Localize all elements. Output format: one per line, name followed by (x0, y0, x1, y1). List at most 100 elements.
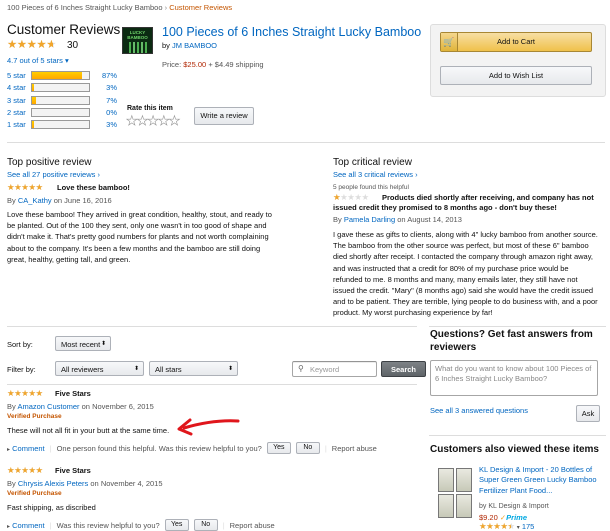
review-byline: By Amazon Customer on November 6, 2015 (7, 402, 154, 411)
top-critical-title[interactable]: Products died shortly after receiving, a… (333, 193, 595, 213)
histogram-bar[interactable] (31, 95, 90, 105)
by-label: By (7, 479, 16, 488)
also-viewed-rating: ★★★★★★★★★★ ▾ 175 (479, 522, 534, 531)
star-rating-icon: ★★★★★★★★★★ (479, 521, 515, 531)
histogram-percent[interactable]: 7% (92, 96, 117, 105)
top-positive-body: Love these bamboo! They arrived in great… (7, 210, 272, 264)
see-all-critical-label: See all 3 critical reviews (333, 170, 414, 179)
cart-icon: 🛒 (441, 33, 458, 51)
add-to-cart-label: Add to Cart (497, 37, 535, 46)
qa-heading: Questions? Get fast answers from reviewe… (430, 329, 593, 353)
star-rating-icon: ★★★★★★★★★★ (7, 465, 43, 475)
comment-link[interactable]: ▸ Comment (7, 521, 45, 530)
see-all-positive-link[interactable]: See all 27 positive reviews › (7, 170, 100, 179)
empty-star-icon[interactable]: ★★★★★ (126, 114, 181, 128)
star-rating-icon: ★★★★★★★★★★ (7, 182, 43, 192)
bamboo-stalks-icon (123, 42, 152, 53)
dropdown-caret-icon: ⬍ (133, 366, 139, 372)
filter-by-label: Filter by: (7, 365, 36, 374)
rating-text-dropdown[interactable]: 4.7 out of 5 stars ▾ (7, 56, 69, 65)
author-link[interactable]: Amazon Customer (17, 402, 79, 411)
author-link[interactable]: Pamela Darling (344, 215, 395, 224)
ask-button[interactable]: Ask (576, 405, 600, 422)
review-rating: ★★★★★ ★★★★★ (7, 466, 43, 475)
brand-link[interactable]: JM BAMBOO (172, 41, 217, 50)
price-value: $25.00 (183, 60, 207, 69)
critical-helpful-count: 5 people found this helpful (333, 184, 409, 191)
report-abuse-link[interactable]: Report abuse (230, 521, 275, 530)
sort-by-dropdown[interactable]: Most recent ⬍ (55, 336, 111, 351)
review-date: on June 16, 2016 (53, 196, 112, 205)
histogram-bar[interactable] (31, 83, 90, 93)
keyword-search-input[interactable]: ⚲ Keyword (292, 361, 377, 377)
histogram-bar[interactable] (31, 120, 90, 130)
also-viewed-title-link[interactable]: KL Design & Import - 20 Bottles of Super… (479, 465, 603, 496)
see-all-questions-link[interactable]: See all 3 answered questions (430, 406, 528, 415)
comment-label: Comment (12, 443, 45, 453)
stars-filter-dropdown[interactable]: All stars ⬍ (149, 361, 238, 376)
histogram-bar-fill (32, 121, 34, 129)
chevron-right-icon: ▸ (7, 446, 11, 453)
helpful-no-button[interactable]: No (193, 519, 218, 531)
write-review-button[interactable]: Write a review (194, 107, 254, 125)
histogram-star-label[interactable]: 5 star (7, 71, 26, 80)
histogram-percent[interactable]: 0% (92, 108, 117, 117)
comment-link[interactable]: ▸ Comment (7, 444, 45, 453)
histogram-bar[interactable] (31, 107, 90, 117)
author-link[interactable]: Chrysis Alexis Peters (18, 479, 88, 488)
chevron-right-icon: › (415, 170, 418, 179)
review-body: Fast shipping, as discribed (7, 503, 96, 512)
chevron-right-icon: › (97, 170, 100, 179)
stars-filter-value: All stars (155, 365, 182, 374)
author-link[interactable]: CA_Kathy (18, 196, 52, 205)
top-positive-title[interactable]: Love these bamboo! (57, 183, 130, 192)
helpful-yes-button[interactable]: Yes (266, 442, 291, 454)
histogram-bar-fill (32, 96, 36, 104)
helpful-no-button[interactable]: No (295, 442, 320, 454)
rate-item-label: Rate this item (127, 105, 173, 112)
by-label: By (7, 196, 16, 205)
histogram-bar[interactable] (31, 71, 90, 80)
keyword-placeholder: Keyword (310, 365, 340, 374)
chevron-right-icon: ▸ (7, 523, 11, 530)
helpful-yes-button[interactable]: Yes (164, 519, 189, 531)
add-to-wishlist-button[interactable]: Add to Wish List (440, 66, 592, 85)
product-thumbnail[interactable]: LUCKY BAMBOO (122, 27, 153, 54)
histogram-star-label[interactable]: 3 star (7, 96, 26, 105)
shipping-cost: + $4.49 shipping (208, 60, 264, 69)
reviewers-filter-value: All reviewers (61, 365, 104, 374)
separator: | (49, 520, 52, 530)
product-title-link[interactable]: 100 Pieces of 6 Inches Straight Lucky Ba… (162, 25, 421, 39)
histogram-star-label[interactable]: 1 star (7, 120, 26, 129)
histogram-percent[interactable]: 3% (92, 83, 117, 92)
fertilizer-bottle-icon (438, 494, 454, 518)
verified-purchase-badge: Verified Purchase (7, 413, 62, 420)
section-divider (429, 435, 606, 436)
fertilizer-bottle-icon (438, 468, 454, 492)
review-count: 30 (67, 40, 79, 51)
top-positive-rating: ★★★★★ ★★★★★ (7, 183, 43, 192)
review-title[interactable]: Five Stars (55, 389, 91, 398)
reviewers-filter-dropdown[interactable]: All reviewers ⬍ (55, 361, 144, 376)
fertilizer-bottle-icon (456, 468, 472, 492)
also-viewed-review-count[interactable]: 175 (522, 522, 535, 531)
chevron-down-icon: ▾ (64, 56, 69, 65)
also-viewed-thumbnail[interactable] (437, 468, 473, 520)
histogram-star-label[interactable]: 2 star (7, 108, 26, 117)
red-arrow-annotation (177, 418, 240, 436)
rate-item-stars[interactable]: ★★★★★ (126, 114, 181, 128)
see-all-positive-label: See all 27 positive reviews (7, 170, 96, 179)
review-title[interactable]: Five Stars (55, 466, 91, 475)
breadcrumb-product-link[interactable]: 100 Pieces of 6 Inches Straight Lucky Ba… (7, 3, 163, 12)
histogram-percent[interactable]: 87% (92, 71, 117, 80)
top-positive-byline: By CA_Kathy on June 16, 2016 (7, 196, 112, 205)
histogram-bar-fill (32, 84, 34, 92)
histogram-percent[interactable]: 3% (92, 120, 117, 129)
helpful-prompt: One person found this helpful. Was this … (56, 443, 262, 453)
add-to-cart-button[interactable]: 🛒 Add to Cart (440, 32, 592, 52)
see-all-critical-link[interactable]: See all 3 critical reviews › (333, 170, 418, 179)
question-textarea[interactable]: What do you want to know about 100 Piece… (430, 360, 598, 396)
histogram-star-label[interactable]: 4 star (7, 83, 26, 92)
search-button[interactable]: Search (381, 361, 426, 377)
report-abuse-link[interactable]: Report abuse (332, 444, 377, 453)
